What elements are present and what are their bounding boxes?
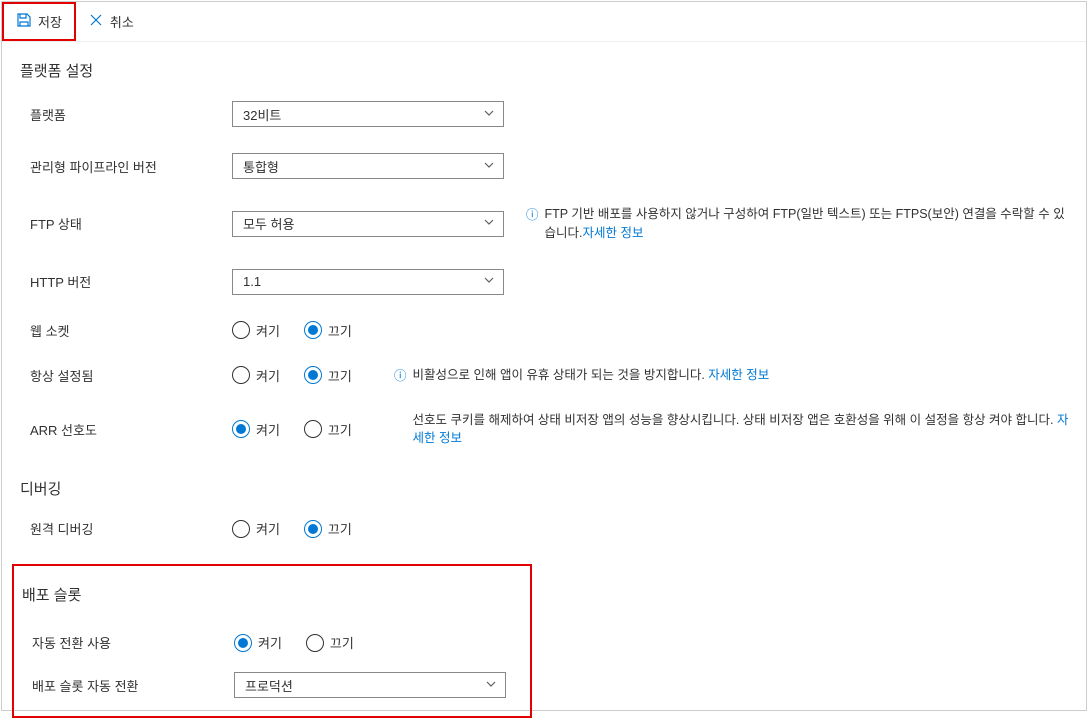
row-slot-select: 배포 슬롯 자동 전환 프로덕션 (22, 672, 522, 698)
desc-arr-text: 선호도 쿠키를 해제하여 상태 비저장 앱의 성능을 향상시킵니다. 상태 비저… (413, 413, 1057, 427)
label-slot-select: 배포 슬롯 자동 전환 (22, 676, 234, 695)
label-remote-debug: 원격 디버깅 (20, 519, 232, 538)
row-platform: 플랫폼 32비트 (20, 101, 1072, 127)
arr-off-label: 끄기 (328, 420, 352, 439)
link-alwayson-moreinfo[interactable]: 자세한 정보 (708, 368, 769, 382)
dropdown-slot[interactable]: 프로덕션 (234, 672, 506, 698)
dropdown-slot-value: 프로덕션 (245, 676, 293, 695)
save-button[interactable]: 저장 (2, 2, 76, 41)
toggle-autoswap: 켜기 끄기 (234, 633, 506, 652)
label-websocket: 웹 소켓 (20, 321, 232, 340)
autoswap-off-label: 끄기 (330, 633, 354, 652)
info-icon: ⓘ (526, 206, 539, 225)
alwayson-off-radio[interactable]: 끄기 (304, 366, 352, 385)
toggle-remote-debug: 켜기 끄기 (232, 519, 504, 538)
chevron-down-icon (485, 678, 497, 693)
toggle-websocket: 켜기 끄기 (232, 321, 504, 340)
radio-icon (232, 321, 250, 339)
radio-icon (306, 634, 324, 652)
radio-icon (232, 520, 250, 538)
chevron-down-icon (483, 274, 495, 289)
row-alwayson: 항상 설정됨 켜기 끄기 ⓘ 비활성으로 인해 앱이 유휴 상태가 되는 것을 방… (20, 366, 1072, 385)
dropdown-ftp[interactable]: 모두 허용 (232, 211, 504, 237)
desc-alwayson-text: 비활성으로 인해 앱이 유휴 상태가 되는 것을 방지합니다. (413, 368, 709, 382)
alwayson-off-label: 끄기 (328, 366, 352, 385)
websocket-on-radio[interactable]: 켜기 (232, 321, 280, 340)
dropdown-pipeline[interactable]: 통합형 (232, 153, 504, 179)
label-http: HTTP 버전 (20, 272, 232, 291)
websocket-off-radio[interactable]: 끄기 (304, 321, 352, 340)
radio-icon (232, 366, 250, 384)
settings-panel: 저장 취소 플랫폼 설정 플랫폼 32비트 관리형 파이프라인 버전 (1, 1, 1087, 711)
arr-on-label: 켜기 (256, 420, 280, 439)
cancel-button[interactable]: 취소 (76, 2, 146, 41)
dropdown-http[interactable]: 1.1 (232, 269, 504, 295)
chevron-down-icon (483, 159, 495, 174)
label-arr: ARR 선호도 (20, 420, 232, 439)
arr-off-radio[interactable]: 끄기 (304, 420, 352, 439)
alwayson-on-radio[interactable]: 켜기 (232, 366, 280, 385)
row-websocket: 웹 소켓 켜기 끄기 (20, 321, 1072, 340)
close-icon (88, 12, 110, 31)
save-label: 저장 (38, 12, 62, 31)
label-pipeline: 관리형 파이프라인 버전 (20, 157, 232, 176)
section-title-deployment: 배포 슬롯 (22, 584, 522, 605)
toolbar: 저장 취소 (2, 2, 1086, 42)
row-remote-debug: 원격 디버깅 켜기 끄기 (20, 519, 1072, 538)
dropdown-pipeline-value: 통합형 (243, 157, 279, 176)
row-ftp: FTP 상태 모두 허용 ⓘ FTP 기반 배포를 사용하지 않거나 구성하여 … (20, 205, 1072, 243)
row-arr: ARR 선호도 켜기 끄기 ⓘ 선호도 쿠키를 해제하여 상태 비저장 앱의 성능… (20, 411, 1072, 449)
section-title-debugging: 디버깅 (20, 478, 1072, 499)
desc-alwayson: ⓘ 비활성으로 인해 앱이 유휴 상태가 되는 것을 방지합니다. 자세한 정보 (394, 366, 769, 385)
chevron-down-icon (483, 107, 495, 122)
autoswap-on-label: 켜기 (258, 633, 282, 652)
label-autoswap: 자동 전환 사용 (22, 633, 234, 652)
section-title-platform: 플랫폼 설정 (20, 60, 1072, 81)
dropdown-platform-value: 32비트 (243, 105, 281, 124)
link-ftp-moreinfo[interactable]: 자세한 정보 (583, 226, 644, 240)
dropdown-ftp-value: 모두 허용 (243, 214, 294, 233)
radio-icon (304, 321, 322, 339)
autoswap-on-radio[interactable]: 켜기 (234, 633, 282, 652)
label-ftp: FTP 상태 (20, 214, 232, 233)
dropdown-platform[interactable]: 32비트 (232, 101, 504, 127)
remotedebug-off-label: 끄기 (328, 519, 352, 538)
desc-ftp: ⓘ FTP 기반 배포를 사용하지 않거나 구성하여 FTP(일반 텍스트) 또… (526, 205, 1066, 243)
label-alwayson: 항상 설정됨 (20, 366, 232, 385)
dropdown-http-value: 1.1 (243, 274, 261, 289)
row-autoswap: 자동 전환 사용 켜기 끄기 (22, 633, 522, 652)
remotedebug-on-radio[interactable]: 켜기 (232, 519, 280, 538)
content-area: 플랫폼 설정 플랫폼 32비트 관리형 파이프라인 버전 통합형 FTP 상태 (2, 42, 1086, 718)
radio-icon (234, 634, 252, 652)
remotedebug-off-radio[interactable]: 끄기 (304, 519, 352, 538)
radio-icon (304, 520, 322, 538)
desc-arr: ⓘ 선호도 쿠키를 해제하여 상태 비저장 앱의 성능을 향상시킵니다. 상태 … (394, 411, 1072, 449)
save-icon (16, 12, 38, 31)
radio-icon (304, 420, 322, 438)
row-pipeline: 관리형 파이프라인 버전 통합형 (20, 153, 1072, 179)
websocket-on-label: 켜기 (256, 321, 280, 340)
alwayson-on-label: 켜기 (256, 366, 280, 385)
deployment-slot-box: 배포 슬롯 자동 전환 사용 켜기 끄기 배포 슬롯 자동 전환 프로덕션 (12, 564, 532, 718)
radio-icon (232, 420, 250, 438)
radio-icon (304, 366, 322, 384)
row-http: HTTP 버전 1.1 (20, 269, 1072, 295)
autoswap-off-radio[interactable]: 끄기 (306, 633, 354, 652)
websocket-off-label: 끄기 (328, 321, 352, 340)
info-icon: ⓘ (394, 367, 407, 386)
remotedebug-on-label: 켜기 (256, 519, 280, 538)
chevron-down-icon (483, 216, 495, 231)
arr-on-radio[interactable]: 켜기 (232, 420, 280, 439)
label-platform: 플랫폼 (20, 105, 232, 124)
cancel-label: 취소 (110, 12, 134, 31)
